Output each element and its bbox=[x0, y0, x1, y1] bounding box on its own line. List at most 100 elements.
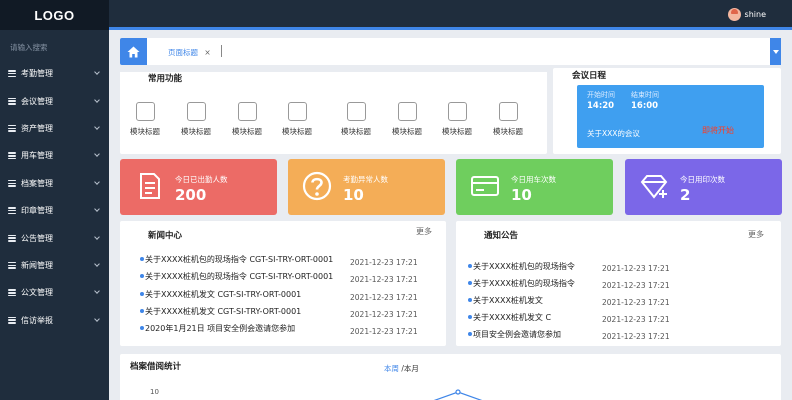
module-label: 模块标题 bbox=[392, 127, 422, 136]
stat-card-attendance-exceptions[interactable]: 考勤异常人数 10 bbox=[288, 159, 445, 215]
toggle-month[interactable]: 本月 bbox=[404, 364, 419, 373]
module-label: 模块标题 bbox=[282, 127, 312, 136]
sidebar-item-documents[interactable]: 公文管理 bbox=[0, 279, 109, 306]
news-item[interactable]: 2020年1月21日 项目安全例会邀请您参加 bbox=[140, 323, 295, 334]
tab-page-title[interactable]: 页面标题 × bbox=[168, 47, 211, 58]
meeting-title: 关于XXX的会议 bbox=[587, 129, 640, 138]
meeting-card[interactable]: 开始时间 14:20 结束时间 16:00 关于XXX的会议 即将开始 bbox=[577, 85, 764, 148]
news-more-link[interactable]: 更多 bbox=[416, 226, 432, 237]
notices-more-link[interactable]: 更多 bbox=[748, 229, 764, 240]
panel-title: 档案借阅统计 bbox=[130, 362, 182, 372]
module-label: 模块标题 bbox=[181, 127, 211, 136]
sidebar-item-petitions[interactable]: 信访举报 bbox=[0, 307, 109, 334]
module-shortcut[interactable]: 模块标题 bbox=[226, 102, 268, 137]
sidebar-item-announcements[interactable]: 公告管理 bbox=[0, 224, 109, 251]
stat-value: 10 bbox=[343, 186, 364, 204]
sidebar-item-label: 新闻管理 bbox=[21, 260, 53, 270]
notice-item[interactable]: 关于XXXX桩机包的现场指令 bbox=[468, 261, 575, 272]
news-date: 2021-12-23 17:21 bbox=[350, 275, 418, 284]
module-icon bbox=[397, 102, 417, 121]
module-shortcut[interactable]: 模块标题 bbox=[386, 102, 428, 137]
notice-item[interactable]: 关于XXXX桩机发文 C bbox=[468, 312, 551, 323]
menu-icon bbox=[8, 207, 16, 215]
menu-icon bbox=[8, 234, 16, 242]
notice-item-text: 关于XXXX桩机发文 C bbox=[473, 313, 552, 322]
sidebar-item-archives[interactable]: 档案管理 bbox=[0, 170, 109, 197]
module-label: 模块标题 bbox=[341, 127, 371, 136]
stat-label: 今日已出勤人数 bbox=[175, 175, 228, 184]
stat-value: 200 bbox=[175, 186, 207, 204]
menu-icon bbox=[8, 179, 16, 187]
menu-icon bbox=[8, 152, 16, 160]
end-time: 16:00 bbox=[631, 101, 659, 111]
menu-icon bbox=[8, 124, 16, 132]
meeting-schedule-panel: 会议日程 开始时间 14:20 结束时间 16:00 关于XXX的会议 即将开始 bbox=[553, 68, 781, 154]
document-icon bbox=[140, 173, 160, 199]
module-shortcut[interactable]: 模块标题 bbox=[276, 102, 318, 137]
sidebar-item-label: 资产管理 bbox=[21, 123, 53, 133]
module-shortcut[interactable]: 模块标题 bbox=[436, 102, 478, 137]
module-icon bbox=[346, 102, 366, 121]
module-icon bbox=[498, 102, 518, 121]
bullet-icon bbox=[140, 309, 144, 313]
sidebar-item-attendance[interactable]: 考勤管理 bbox=[0, 60, 109, 87]
module-shortcut[interactable]: 模块标题 bbox=[124, 102, 166, 137]
close-icon[interactable]: × bbox=[204, 48, 210, 57]
news-item-text: 2020年1月21日 项目安全例会邀请您参加 bbox=[145, 324, 296, 333]
module-label: 模块标题 bbox=[232, 127, 262, 136]
bullet-icon bbox=[140, 326, 144, 330]
sidebar-item-meetings[interactable]: 会议管理 bbox=[0, 87, 109, 114]
notice-date: 2021-12-23 17:21 bbox=[602, 298, 670, 307]
stat-card-vehicle-usage[interactable]: 今日用车次数 10 bbox=[456, 159, 613, 215]
y-tick-label: 10 bbox=[150, 388, 159, 396]
module-shortcut[interactable]: 模块标题 bbox=[487, 102, 529, 137]
sidebar-item-label: 会议管理 bbox=[21, 96, 53, 106]
home-button[interactable] bbox=[120, 38, 147, 65]
notice-item[interactable]: 关于XXXX桩机发文 bbox=[468, 295, 543, 306]
news-date: 2021-12-23 17:21 bbox=[350, 310, 418, 319]
module-shortcut[interactable]: 模块标题 bbox=[175, 102, 217, 137]
chevron-down-icon bbox=[94, 69, 100, 76]
sidebar-item-assets[interactable]: 资产管理 bbox=[0, 115, 109, 142]
user-menu[interactable]: shine bbox=[727, 8, 766, 21]
sidebar-item-vehicles[interactable]: 用车管理 bbox=[0, 142, 109, 169]
toggle-week[interactable]: 本周 bbox=[384, 364, 399, 373]
sidebar-item-label: 用车管理 bbox=[21, 151, 53, 161]
end-time-label: 结束时间 bbox=[631, 91, 659, 99]
menu-icon bbox=[8, 261, 16, 269]
username: shine bbox=[744, 10, 766, 19]
news-item[interactable]: 关于XXXX桩机包的现场指令 CGT-SI-TRY-ORT-0001 bbox=[140, 254, 333, 265]
logo: LOGO bbox=[34, 7, 75, 23]
sidebar: LOGO 请输入搜索 考勤管理 会议管理 资产管理 用车管理 档案管理 印章管理… bbox=[0, 0, 109, 400]
notice-date: 2021-12-23 17:21 bbox=[602, 315, 670, 324]
news-item-text: 关于XXXX桩机发文 CGT-SI-TRY-ORT-0001 bbox=[145, 307, 302, 316]
stat-card-attendance[interactable]: 今日已出勤人数 200 bbox=[120, 159, 277, 215]
news-item[interactable]: 关于XXXX桩机发文 CGT-SI-TRY-ORT-0001 bbox=[140, 289, 301, 300]
chevron-down-icon bbox=[94, 96, 100, 103]
chevron-down-icon bbox=[94, 315, 100, 322]
menu-icon bbox=[8, 70, 16, 78]
news-item-text: 关于XXXX桩机包的现场指令 CGT-SI-TRY-ORT-0001 bbox=[145, 272, 334, 281]
sidebar-item-news[interactable]: 新闻管理 bbox=[0, 252, 109, 279]
notice-item[interactable]: 关于XXXX桩机包的现场指令 bbox=[468, 278, 575, 289]
sidebar-item-seals[interactable]: 印章管理 bbox=[0, 197, 109, 224]
news-date: 2021-12-23 17:21 bbox=[350, 327, 418, 336]
sidebar-item-label: 公告管理 bbox=[21, 233, 53, 243]
sidebar-search-input[interactable]: 请输入搜索 bbox=[0, 30, 109, 60]
news-item[interactable]: 关于XXXX桩机包的现场指令 CGT-SI-TRY-ORT-0001 bbox=[140, 271, 333, 282]
question-icon bbox=[302, 171, 332, 201]
menu-icon bbox=[8, 316, 16, 324]
panel-title: 新闻中心 bbox=[148, 231, 183, 241]
stat-card-seal-usage[interactable]: 今日用印次数 2 bbox=[625, 159, 782, 215]
module-icon bbox=[186, 102, 206, 121]
module-icon bbox=[447, 102, 467, 121]
tab-dropdown-button[interactable] bbox=[770, 38, 781, 65]
module-shortcut[interactable]: 模块标题 bbox=[335, 102, 377, 137]
sidebar-item-label: 考勤管理 bbox=[21, 69, 53, 79]
news-item[interactable]: 关于XXXX桩机发文 CGT-SI-TRY-ORT-0001 bbox=[140, 306, 301, 317]
notice-date: 2021-12-23 17:21 bbox=[602, 264, 670, 273]
notice-item[interactable]: 项目安全例会邀请您参加 bbox=[468, 329, 561, 340]
sidebar-item-label: 印章管理 bbox=[21, 206, 53, 216]
panel-title: 通知公告 bbox=[484, 231, 519, 241]
start-time-label: 开始时间 bbox=[587, 91, 615, 99]
